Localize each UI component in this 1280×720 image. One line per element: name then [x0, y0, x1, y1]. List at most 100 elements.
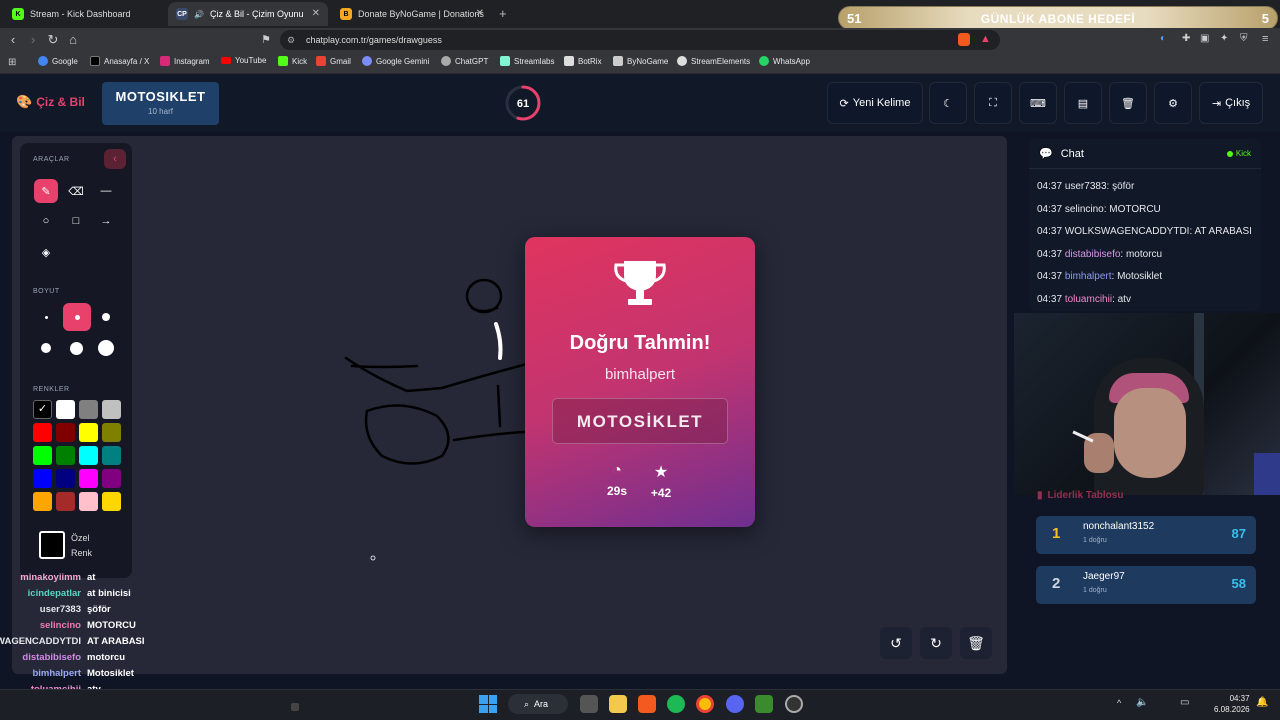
- new-tab-button[interactable]: +: [499, 6, 507, 21]
- fill-tool[interactable]: ◈: [34, 240, 58, 264]
- bookmark-youtube[interactable]: YouTube: [221, 56, 266, 65]
- size-6[interactable]: [94, 336, 118, 360]
- new-word-button[interactable]: ⟳ Yeni Kelime: [827, 82, 923, 124]
- color-swatch[interactable]: [56, 469, 75, 488]
- color-swatch[interactable]: [102, 492, 121, 511]
- brave-rewards-icon[interactable]: ▲: [980, 33, 991, 45]
- file-explorer-icon[interactable]: [609, 695, 627, 713]
- extension-icon[interactable]: ◐: [1160, 33, 1166, 44]
- bookmark-icon[interactable]: ⚑: [258, 32, 274, 48]
- size-3[interactable]: [94, 305, 118, 329]
- message-user[interactable]: toluamcihii: [1065, 294, 1112, 305]
- circle-tool[interactable]: ○: [34, 209, 58, 233]
- color-swatch[interactable]: [79, 446, 98, 465]
- reload-icon[interactable]: ↻: [45, 32, 61, 48]
- brush-tool[interactable]: ✎: [34, 179, 58, 203]
- archive-button[interactable]: ▤: [1064, 82, 1102, 124]
- start-button[interactable]: [479, 695, 497, 713]
- color-swatch[interactable]: [79, 423, 98, 442]
- color-swatch[interactable]: [56, 400, 75, 419]
- color-swatch[interactable]: [56, 492, 75, 511]
- bookmark-botrix[interactable]: BotRix: [564, 56, 602, 66]
- size-5[interactable]: [64, 336, 88, 360]
- sidebar-icon[interactable]: ▣: [1200, 33, 1209, 44]
- size-2[interactable]: [63, 303, 91, 331]
- bookmark-gmail[interactable]: Gmail: [316, 56, 351, 66]
- color-swatch[interactable]: [56, 446, 75, 465]
- widget-icon[interactable]: [291, 703, 299, 711]
- line-tool[interactable]: —: [94, 179, 118, 203]
- task-view-icon[interactable]: [580, 695, 598, 713]
- clock[interactable]: 04:37 6.08.2026: [1214, 693, 1250, 715]
- color-swatch[interactable]: [79, 469, 98, 488]
- message-user[interactable]: selincino: [1065, 204, 1104, 215]
- color-swatch[interactable]: [79, 400, 98, 419]
- close-tab-icon[interactable]: ✕: [476, 8, 484, 19]
- color-swatch[interactable]: ✓: [33, 400, 52, 419]
- size-1[interactable]: [34, 305, 58, 329]
- message-user[interactable]: WOLKSWAGENCADDYTDI: [1065, 226, 1190, 237]
- taskbar-search[interactable]: ⌕ Ara: [508, 694, 568, 714]
- eraser-tool[interactable]: ⌫: [64, 179, 88, 203]
- collapse-panel-button[interactable]: ‹: [104, 149, 126, 169]
- vpn-icon[interactable]: ⛨: [1240, 33, 1248, 44]
- clear-canvas-button[interactable]: 🗑: [960, 627, 992, 659]
- home-icon[interactable]: ⌂: [65, 32, 81, 48]
- keyboard-button[interactable]: ⌨: [1019, 82, 1057, 124]
- bookmark-google[interactable]: Google: [38, 56, 78, 66]
- rectangle-tool[interactable]: □: [64, 209, 88, 233]
- tray-chevron-icon[interactable]: ^: [1117, 698, 1121, 708]
- color-swatch[interactable]: [33, 423, 52, 442]
- brave-browser-icon[interactable]: [638, 695, 656, 713]
- settings-button[interactable]: ⚙: [1154, 82, 1192, 124]
- tab-ciz-bil[interactable]: CP 🔊 Çiz & Bil - Çizim Oyunu ✕: [168, 2, 328, 26]
- bookmark-gemini[interactable]: Google Gemini: [362, 56, 429, 66]
- message-user[interactable]: bimhalpert: [1065, 271, 1112, 282]
- address-bar[interactable]: chatplay.com.tr/games/drawguess: [280, 30, 1000, 50]
- color-swatch[interactable]: [33, 446, 52, 465]
- bookmark-instagram[interactable]: Instagram: [160, 56, 210, 66]
- exit-button[interactable]: ⇥ Çıkış: [1199, 82, 1263, 124]
- bookmark-chatgpt[interactable]: ChatGPT: [441, 56, 488, 66]
- brave-shield-icon[interactable]: [958, 33, 970, 46]
- bookmark-x[interactable]: Anasayfa / X: [90, 56, 149, 66]
- notification-bell-icon[interactable]: 🔔: [1256, 697, 1268, 708]
- color-swatch[interactable]: [56, 423, 75, 442]
- extensions-puzzle-icon[interactable]: ✚: [1182, 33, 1190, 44]
- volume-icon[interactable]: 🔈: [1136, 697, 1148, 708]
- message-user[interactable]: user7383: [1065, 181, 1107, 192]
- redo-button[interactable]: ↻: [920, 627, 952, 659]
- bookmark-streamlabs[interactable]: Streamlabs: [500, 56, 554, 66]
- arrow-tool[interactable]: →: [94, 209, 118, 233]
- site-info-icon[interactable]: ⚙: [287, 35, 295, 46]
- tab-kick-dashboard[interactable]: K Stream - Kick Dashboard: [4, 2, 164, 26]
- bookmark-kick[interactable]: Kick: [278, 56, 307, 66]
- network-icon[interactable]: ▭: [1180, 697, 1189, 708]
- app-logo[interactable]: 🎨 Çiz & Bil: [16, 94, 85, 110]
- forward-icon[interactable]: ›: [25, 32, 41, 48]
- close-tab-icon[interactable]: ✕: [312, 8, 320, 19]
- color-swatch[interactable]: [33, 492, 52, 511]
- obs-icon[interactable]: [785, 695, 803, 713]
- menu-icon[interactable]: ≡: [1262, 33, 1268, 45]
- message-user[interactable]: distabibisefo: [1065, 249, 1121, 260]
- discord-icon[interactable]: [726, 695, 744, 713]
- size-4[interactable]: [34, 336, 58, 360]
- dark-mode-button[interactable]: ☾: [929, 82, 967, 124]
- back-icon[interactable]: ‹: [5, 32, 21, 48]
- color-swatch[interactable]: [33, 469, 52, 488]
- custom-color-label[interactable]: Özel Renk: [71, 531, 92, 561]
- app-icon[interactable]: [755, 695, 773, 713]
- custom-color-swatch[interactable]: [39, 531, 65, 559]
- bookmark-bynogame[interactable]: ByNoGame: [613, 56, 668, 66]
- color-swatch[interactable]: [102, 400, 121, 419]
- color-swatch[interactable]: [79, 492, 98, 511]
- bookmark-streamelements[interactable]: StreamElements: [677, 56, 750, 66]
- color-swatch[interactable]: [102, 446, 121, 465]
- clear-button[interactable]: 🗑: [1109, 82, 1147, 124]
- chrome-icon[interactable]: [696, 695, 714, 713]
- undo-button[interactable]: ↺: [880, 627, 912, 659]
- ai-icon[interactable]: ✦: [1220, 33, 1228, 44]
- spotify-icon[interactable]: [667, 695, 685, 713]
- apps-grid-icon[interactable]: ⊞: [8, 57, 16, 68]
